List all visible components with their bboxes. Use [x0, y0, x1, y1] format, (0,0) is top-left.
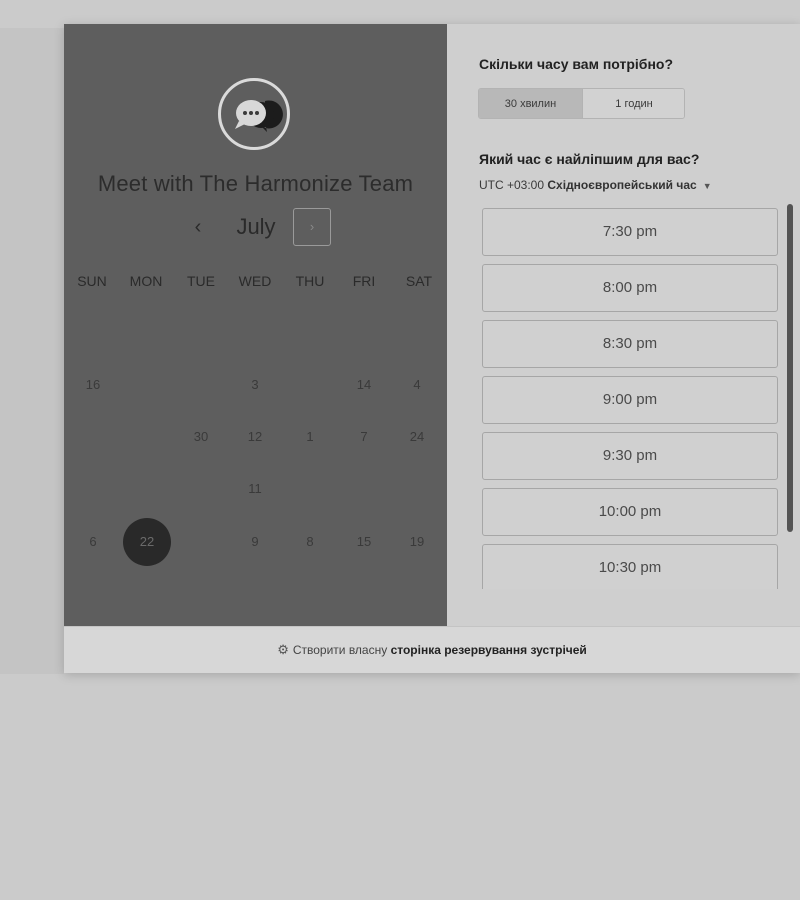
time-slot-button[interactable]: 7:30 pm [482, 208, 778, 256]
duration-1h-button[interactable]: 1 годин [583, 89, 684, 118]
calendar-day[interactable]: 12 [231, 413, 279, 461]
calendar-day[interactable]: 16 [69, 361, 117, 409]
calendar-day[interactable]: 4 [393, 361, 441, 409]
weekday-thu: THU [295, 273, 325, 289]
duration-30min-button[interactable]: 30 хвилин [479, 89, 583, 118]
caret-down-icon: ▼ [702, 181, 712, 191]
footer-prefix: Створити власну [292, 643, 388, 657]
time-slot-button[interactable]: 9:30 pm [482, 432, 778, 480]
page-backdrop [0, 28, 64, 674]
calendar-day[interactable]: 11 [231, 465, 279, 513]
slot-list-scrollbar[interactable] [787, 204, 793, 532]
time-slot-button[interactable]: 10:30 pm [482, 544, 778, 589]
footer-cta[interactable]: ⚙ Створити власну сторінка резервування з… [64, 626, 800, 673]
calendar-day[interactable]: 7 [340, 413, 388, 461]
hubspot-sprocket-icon: ⚙ [277, 642, 289, 657]
timezone-name: Східноєвропейський час [547, 178, 697, 192]
calendar-day[interactable]: 3 [231, 361, 279, 409]
calendar-day[interactable]: 15 [340, 518, 388, 566]
weekday-tue: TUE [187, 273, 215, 289]
weekday-sun: SUN [77, 273, 107, 289]
time-question: Який час є найліпшим для вас? [479, 151, 700, 167]
calendar-day[interactable]: 24 [393, 413, 441, 461]
calendar-day[interactable]: 1 [286, 413, 334, 461]
timezone-offset: UTC +03:00 [479, 178, 545, 192]
time-slot-button[interactable]: 8:00 pm [482, 264, 778, 312]
weekday-header: SUN MON TUE WED THU FRI SAT [64, 273, 447, 293]
time-slot-button[interactable]: 9:00 pm [482, 376, 778, 424]
previous-month-button[interactable]: ‹ [186, 214, 210, 240]
duration-selector: 30 хвилин 1 годин [478, 88, 685, 119]
time-slot-list[interactable]: 7:30 pm 8:00 pm 8:30 pm 9:00 pm 9:30 pm … [482, 208, 779, 589]
calendar-day-selected[interactable]: 22 [123, 518, 171, 566]
duration-question: Скільки часу вам потрібно? [479, 56, 674, 72]
time-slot-button[interactable]: 8:30 pm [482, 320, 778, 368]
footer-link[interactable]: сторінка резервування зустрічей [391, 643, 587, 657]
time-slot-button[interactable]: 10:00 pm [482, 488, 778, 536]
next-month-button[interactable]: › [293, 208, 331, 246]
meeting-title: Meet with The Harmonize Team [97, 171, 414, 196]
booking-panel: Скільки часу вам потрібно? 30 хвилин 1 г… [447, 24, 800, 626]
calendar-day[interactable]: 14 [340, 361, 388, 409]
chat-bubble-icon [218, 78, 290, 150]
weekday-wed: WED [238, 273, 272, 289]
calendar-panel: Meet with The Harmonize Team ‹ July › SU… [64, 24, 447, 626]
weekday-fri: FRI [352, 273, 376, 289]
timezone-selector[interactable]: UTC +03:00 Східноєвропейський час ▼ [479, 178, 712, 192]
calendar-day[interactable]: 8 [286, 518, 334, 566]
month-navigation: ‹ July › [64, 208, 447, 248]
weekday-sat: SAT [405, 273, 433, 289]
calendar-day[interactable]: 6 [69, 518, 117, 566]
calendar-day[interactable]: 30 [177, 413, 225, 461]
calendar-day[interactable]: 9 [231, 518, 279, 566]
weekday-mon: MON [129, 273, 163, 289]
meetings-widget: Meet with The Harmonize Team ‹ July › SU… [64, 24, 800, 673]
month-label: July [236, 214, 276, 239]
calendar-day[interactable]: 19 [393, 518, 441, 566]
